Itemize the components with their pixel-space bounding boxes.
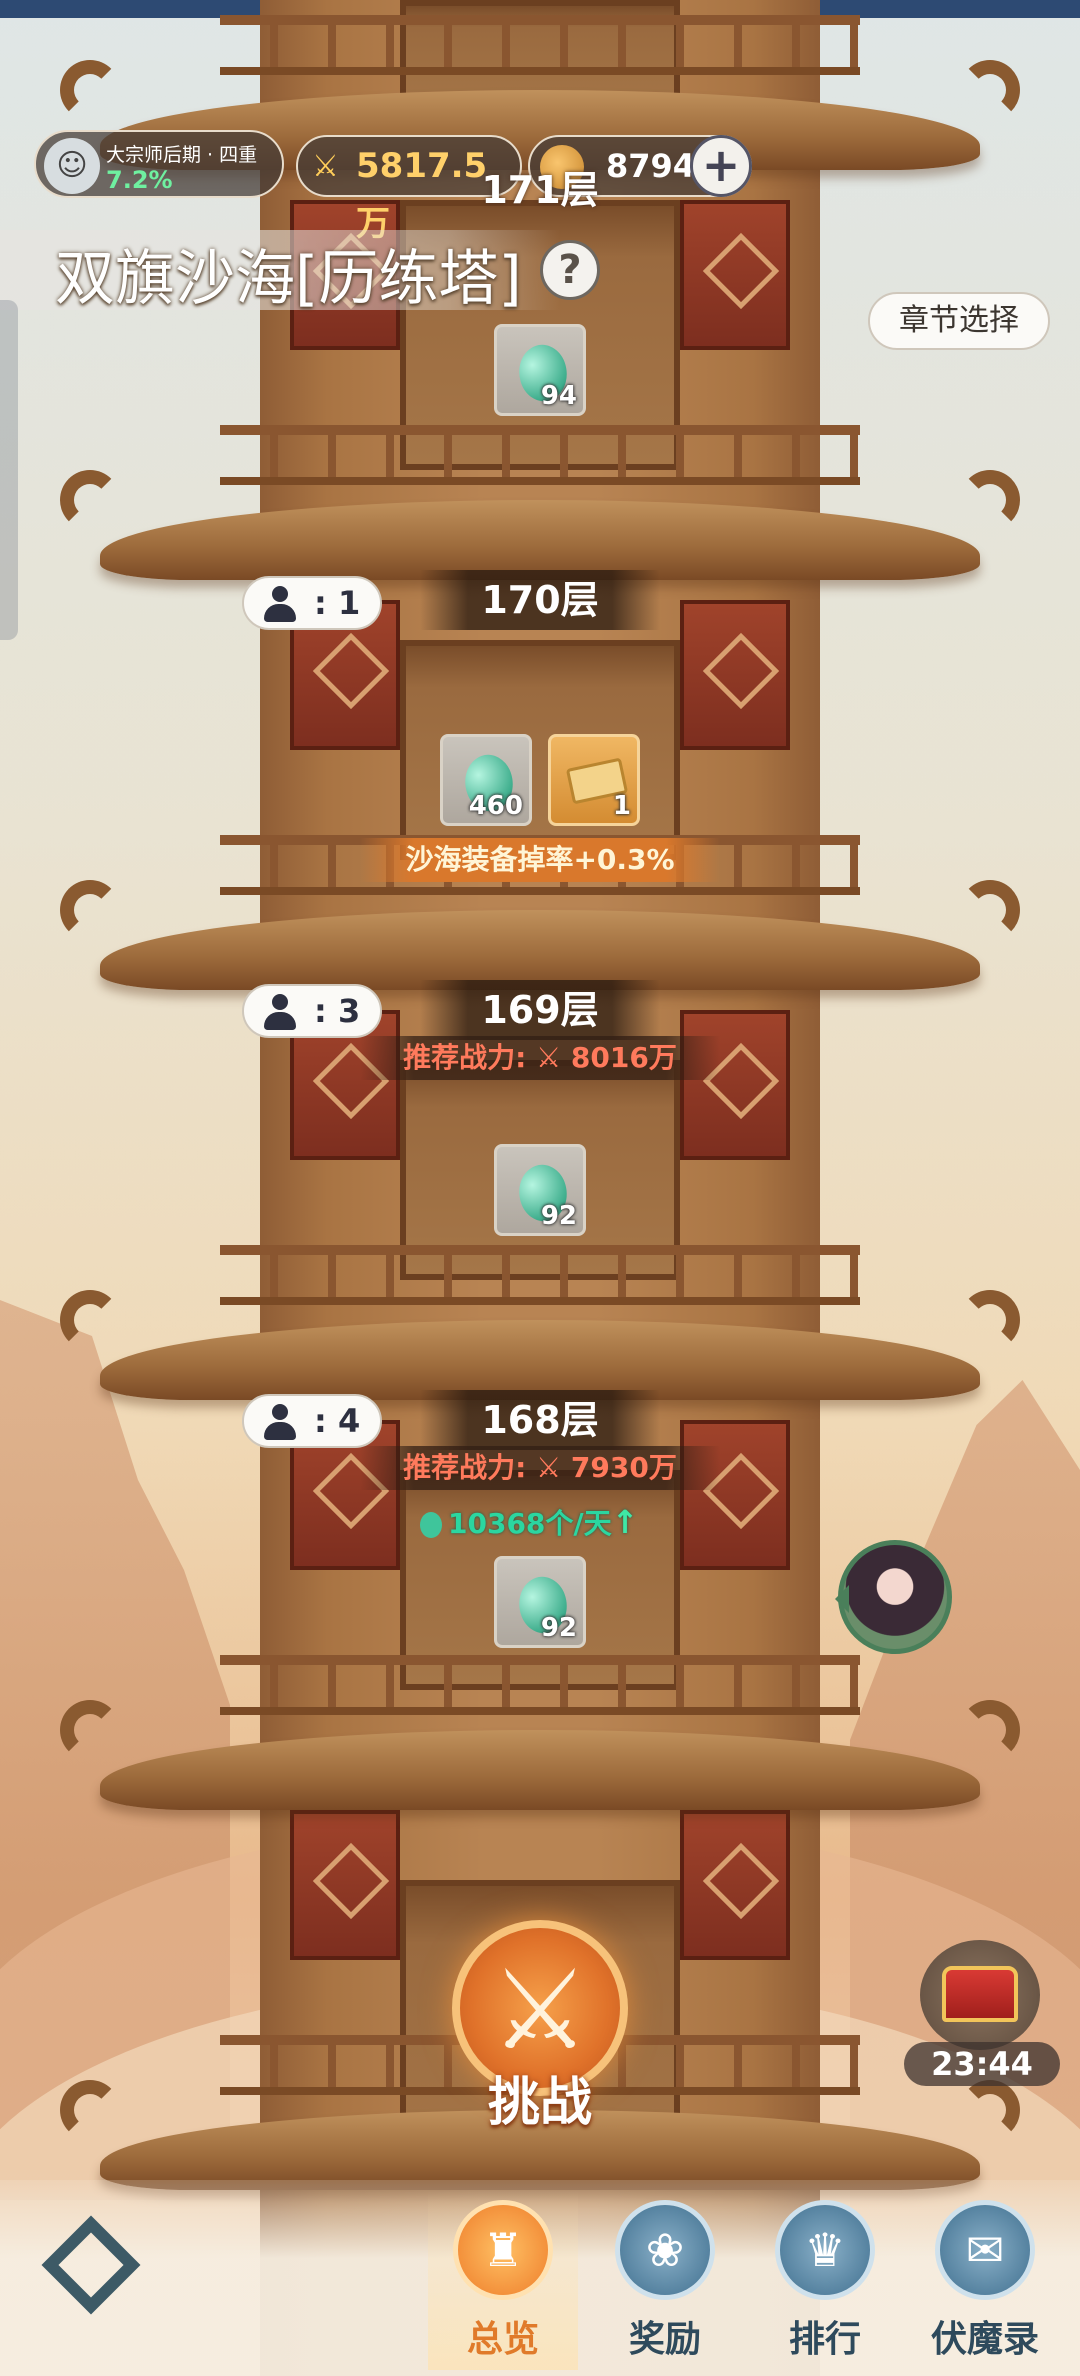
person-icon [262,586,298,622]
player-count-badge[interactable]: : 1 [242,576,382,630]
reward-item[interactable]: 92 [494,1144,586,1236]
pagoda-icon: ♜ [453,2200,553,2300]
reward-item[interactable]: 460 [440,734,532,826]
chest-icon [942,1966,1018,2022]
recommended-power: 推荐战力: ⚔ 8016万 [360,1036,720,1080]
nav-overview[interactable]: ♜ 总览 [428,2190,578,2370]
avatar: ☺ [44,138,100,194]
recommended-power: 推荐战力: ⚔ 7930万 [360,1446,720,1490]
nav-demon-record[interactable]: ✉ 伏魔录 [910,2190,1060,2370]
player-count-badge[interactable]: : 3 [242,984,382,1038]
item-count: 1 [612,791,631,821]
player-count: : 4 [314,1402,361,1440]
chapter-select-button[interactable]: 章节选择 [868,292,1050,350]
treasure-chest-button[interactable] [920,1940,1040,2050]
reward-item[interactable]: 94 [494,324,586,416]
person-icon [262,994,298,1030]
nav-rewards[interactable]: ❀ 奖励 [590,2190,740,2370]
help-button[interactable]: ? [540,240,600,300]
player-count: : 3 [314,992,361,1030]
reward-icon: ❀ [615,2200,715,2300]
player-profile[interactable]: ☺ 大宗师后期 · 四重 7.2% [34,130,284,198]
pagoda-eave [60,1655,1020,1820]
rank-progress: 7.2% [106,166,173,194]
item-count: 460 [468,791,523,821]
arrow-up-icon: ↑ [611,1503,639,1541]
item-count: 92 [540,1613,577,1643]
tapestry [680,1010,790,1160]
rank-label: 大宗师后期 · 四重 [106,144,258,166]
crossed-swords-icon: ⚔ [490,1946,590,2074]
crossed-swords-icon: ⚔ [312,149,339,184]
floor-title: 169层 [420,980,660,1040]
scroll-icon: ✉ [935,2200,1035,2300]
tapestry [680,600,790,750]
ranking-icon: ♛ [775,2200,875,2300]
tapestry [290,1810,400,1960]
tapestry [680,1420,790,1570]
chest-timer: 23:44 [904,2042,1060,2086]
tapestry [680,1810,790,1960]
item-count: 94 [540,381,577,411]
drop-rate-bonus: 沙海装备掉率+0.3% [360,838,720,882]
jade-icon [420,1512,442,1538]
tapestry [680,200,790,350]
side-drawer-handle[interactable] [0,300,18,640]
game-logo-icon[interactable] [36,2215,146,2320]
item-count: 92 [540,1201,577,1231]
nav-ranking[interactable]: ♛ 排行 [750,2190,900,2370]
floor-title: 171层 [481,168,599,212]
player-count-badge[interactable]: : 4 [242,1394,382,1448]
reward-item[interactable]: 1 [548,734,640,826]
floor-title: 168层 [420,1390,660,1450]
add-currency-button[interactable]: + [690,135,752,197]
daily-yield: 10368个/天↑ [420,1500,660,1544]
reward-item[interactable]: 92 [494,1556,586,1648]
hero-avatar-marker[interactable] [835,1540,952,1654]
player-count: : 1 [314,584,361,622]
page-title: 双旗沙海[历练塔] [55,244,522,314]
challenge-label[interactable]: 挑战 [440,2060,640,2135]
floor-title: 170层 [420,570,660,630]
person-icon [262,1404,298,1440]
